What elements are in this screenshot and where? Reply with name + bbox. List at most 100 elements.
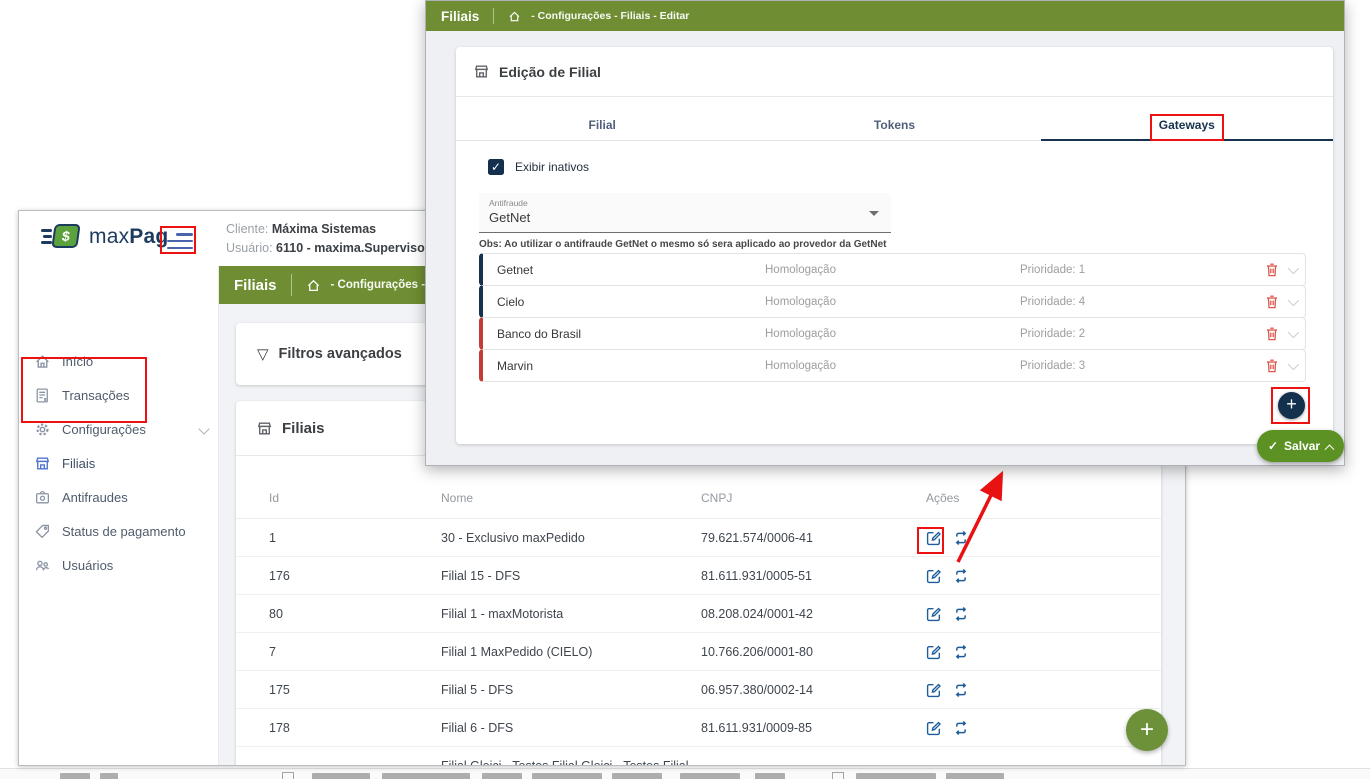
cell-nome: Filial 6 - DFS	[441, 721, 701, 735]
filter-icon: ▽	[257, 345, 269, 363]
cell-id: 178	[269, 721, 441, 735]
gateway-row: Marvin Homologação Prioridade: 3	[479, 349, 1306, 382]
gateway-environment: Homologação	[751, 296, 1006, 308]
gateway-name: Banco do Brasil	[483, 327, 751, 341]
cell-nome: Filial Gleici - Testes Filial Gleici - T…	[441, 759, 701, 766]
brand-text: maxPag	[89, 225, 168, 249]
sidebar-item-antifraudes[interactable]: Antifraudes	[19, 482, 219, 512]
trash-icon[interactable]	[1265, 358, 1279, 374]
chevron-up-icon	[1325, 444, 1335, 454]
gateway-actions	[1241, 262, 1305, 278]
cell-id: 176	[269, 569, 441, 583]
tab-gateways[interactable]: Gateways	[1041, 113, 1333, 140]
gateway-actions	[1241, 358, 1305, 374]
save-label: Salvar	[1284, 439, 1320, 453]
edit-icon[interactable]	[926, 644, 942, 660]
add-gateway-button[interactable]: +	[1278, 392, 1305, 419]
clipped-caption-strip	[0, 768, 1370, 779]
exibir-inativos-checkbox[interactable]: ✓ Exibir inativos	[488, 159, 589, 175]
cell-nome: Filial 5 - DFS	[441, 683, 701, 697]
sync-icon[interactable]	[953, 720, 969, 736]
cell-id: 7	[269, 645, 441, 659]
table-row: 80 Filial 1 - maxMotorista 08.208.024/00…	[236, 595, 1161, 633]
gateway-actions	[1241, 294, 1305, 310]
edit-icon[interactable]	[926, 606, 942, 622]
edit-icon[interactable]	[926, 530, 942, 546]
table-row: 7 Filial 1 MaxPedido (CIELO) 10.766.206/…	[236, 633, 1161, 671]
antifraude-select[interactable]: Antifraude GetNet	[479, 193, 891, 233]
gateway-actions	[1241, 326, 1305, 342]
edit-icon[interactable]	[926, 720, 942, 736]
gateway-environment: Homologação	[751, 264, 1006, 276]
sidebar-item-inicio[interactable]: Início	[19, 346, 219, 376]
table-row: 175 Filial 5 - DFS 06.957.380/0002-14	[236, 671, 1161, 709]
edit-icon[interactable]	[926, 682, 942, 698]
sync-icon[interactable]	[953, 682, 969, 698]
gateway-priority: Prioridade: 3	[1006, 360, 1241, 372]
edit-icon[interactable]	[926, 568, 942, 584]
sync-icon[interactable]	[953, 606, 969, 622]
chevron-down-icon[interactable]	[1288, 326, 1299, 337]
home-icon[interactable]	[306, 278, 321, 293]
user-label: Usuário:	[226, 241, 273, 255]
sync-icon[interactable]	[953, 530, 969, 546]
trash-icon[interactable]	[1265, 326, 1279, 342]
sidebar: Início Transações Configurações Filiais …	[19, 266, 219, 766]
save-button[interactable]: ✓ Salvar	[1257, 430, 1344, 462]
col-nome: Nome	[441, 491, 701, 505]
cell-cnpj: 08.208.024/0001-42	[701, 607, 911, 621]
sync-icon[interactable]	[953, 644, 969, 660]
sidebar-item-status-pagamento[interactable]: Status de pagamento	[19, 516, 219, 546]
gateway-environment: Homologação	[751, 328, 1006, 340]
cell-nome: 30 - Exclusivo maxPedido	[441, 531, 701, 545]
gateways-list: Getnet Homologação Prioridade: 1 Cielo H…	[479, 254, 1306, 382]
cell-id: 1	[269, 531, 441, 545]
cell-nome: Filial 1 MaxPedido (CIELO)	[441, 645, 701, 659]
chevron-down-icon[interactable]	[1288, 294, 1299, 305]
check-icon: ✓	[1268, 439, 1278, 453]
obs-note: Obs: Ao utilizar o antifraude GetNet o m…	[479, 239, 887, 250]
store-icon	[473, 63, 490, 80]
trash-icon[interactable]	[1265, 294, 1279, 310]
hamburger-menu-icon[interactable]	[167, 233, 197, 251]
edicao-filial-card: Edição de Filial Filial Tokens Gateways …	[456, 47, 1333, 444]
cell-actions	[911, 530, 1161, 546]
document-icon	[34, 387, 51, 404]
overlay-header-bar: Filiais - Configurações - Filiais - Edit…	[426, 1, 1344, 31]
cell-id: 80	[269, 607, 441, 621]
gateway-name: Marvin	[483, 359, 751, 373]
sidebar-item-transacoes[interactable]: Transações	[19, 380, 219, 410]
add-filial-fab[interactable]: +	[1126, 709, 1168, 751]
edit-filial-window: Filiais - Configurações - Filiais - Edit…	[425, 0, 1345, 466]
table-row-partial: Filial Gleici - Testes Filial Gleici - T…	[236, 747, 1161, 766]
col-cnpj: CNPJ	[701, 491, 911, 505]
cell-cnpj: 06.957.380/0002-14	[701, 683, 911, 697]
cell-actions	[911, 606, 1161, 622]
gear-icon	[34, 421, 51, 438]
divider	[291, 274, 292, 296]
cell-id: 175	[269, 683, 441, 697]
sidebar-item-filiais[interactable]: Filiais	[19, 448, 219, 478]
card-header: Edição de Filial	[456, 47, 1333, 97]
tab-tokens[interactable]: Tokens	[748, 113, 1040, 140]
chevron-down-icon	[198, 423, 209, 434]
sidebar-item-configuracoes[interactable]: Configurações	[19, 414, 219, 444]
client-label: Cliente:	[226, 222, 268, 236]
trash-icon[interactable]	[1265, 262, 1279, 278]
cell-cnpj: 79.621.574/0006-41	[701, 531, 911, 545]
dollar-bill-icon: $	[41, 223, 81, 251]
cell-nome: Filial 15 - DFS	[441, 569, 701, 583]
cell-actions	[911, 720, 1161, 736]
chevron-down-icon[interactable]	[1288, 358, 1299, 369]
sidebar-item-usuarios[interactable]: Usuários	[19, 550, 219, 580]
client-value: Máxima Sistemas	[272, 222, 376, 236]
sync-icon[interactable]	[953, 568, 969, 584]
chevron-down-icon[interactable]	[1288, 262, 1299, 273]
select-label: Antifraude	[489, 198, 528, 208]
store-icon	[256, 420, 273, 437]
checkbox-label: Exibir inativos	[515, 160, 589, 174]
checkbox-checked-icon: ✓	[488, 159, 504, 175]
tab-filial[interactable]: Filial	[456, 113, 748, 140]
home-icon[interactable]	[508, 10, 521, 23]
gateway-name: Cielo	[483, 295, 751, 309]
